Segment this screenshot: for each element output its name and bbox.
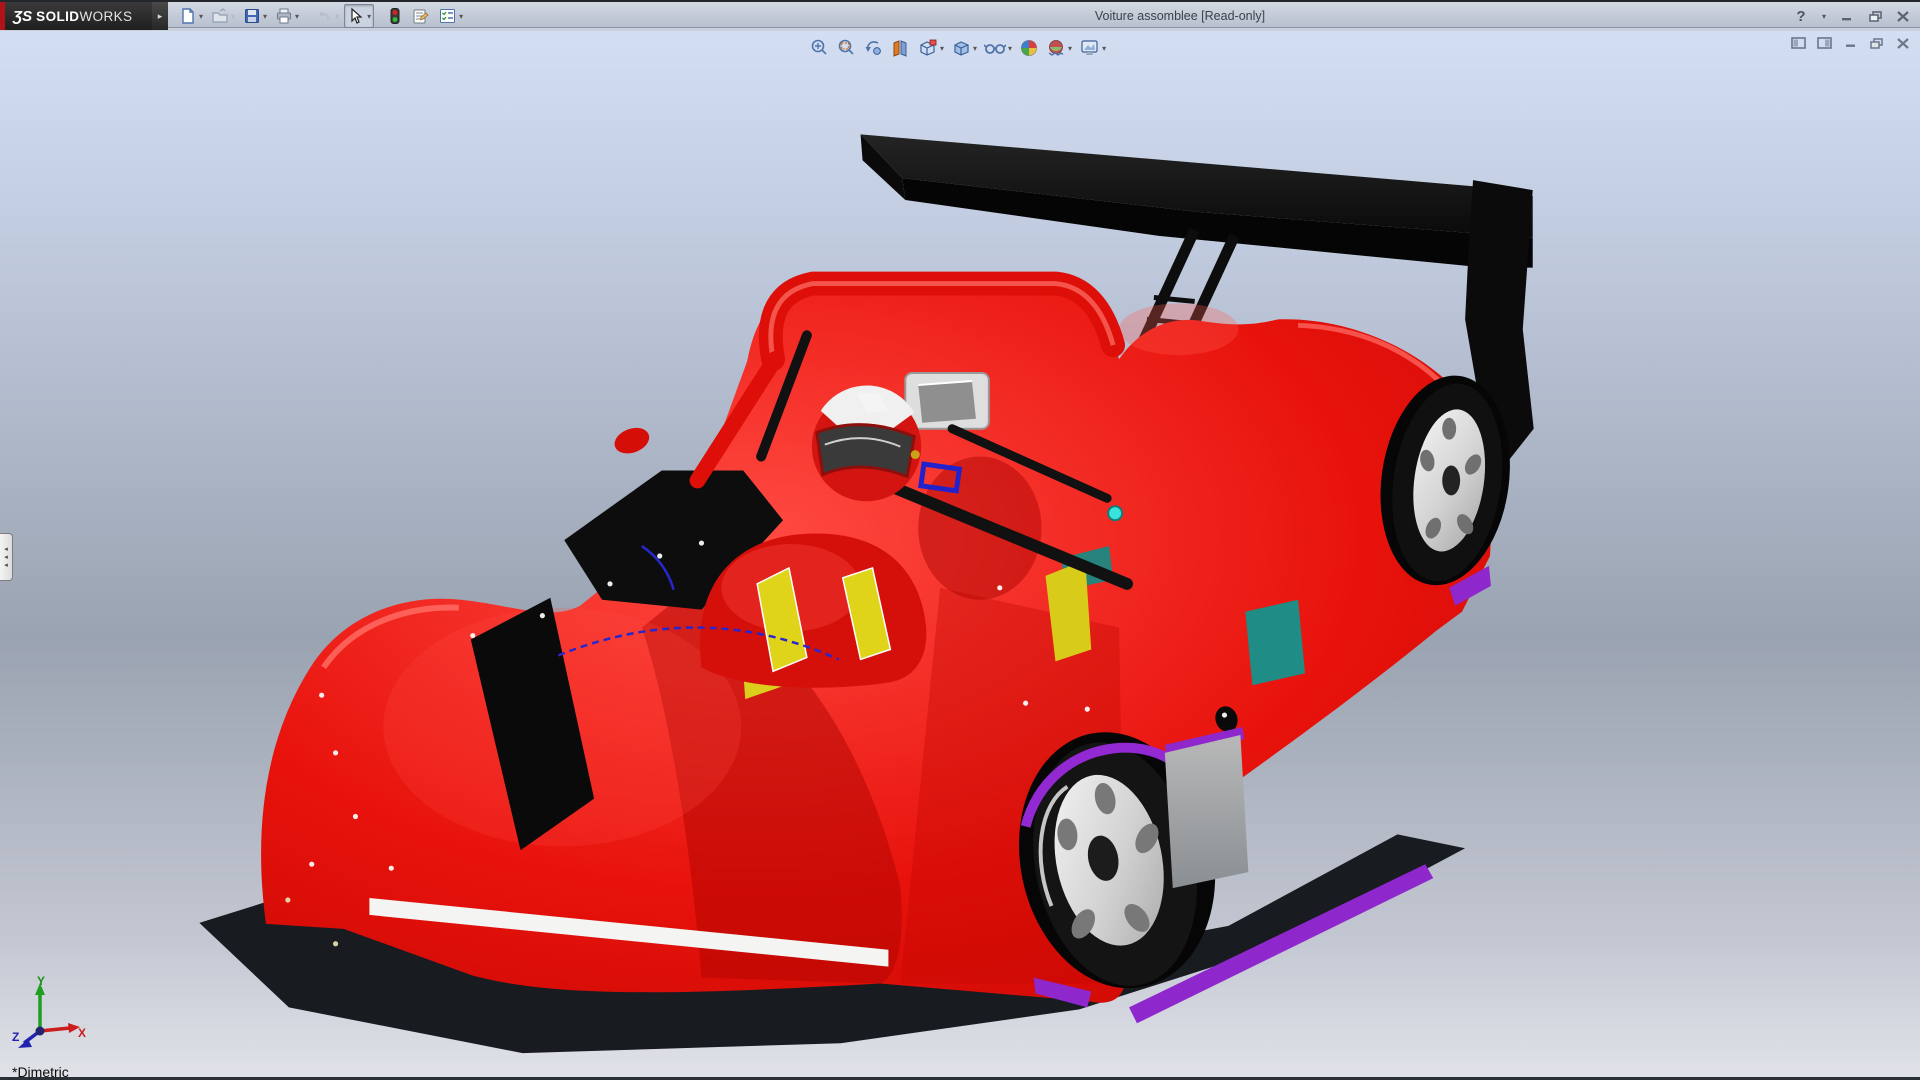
print-dropdown-arrow[interactable]: ▾ (295, 12, 299, 21)
hide-show-items-button[interactable]: ▾ (981, 36, 1015, 60)
pane-right-icon (1817, 37, 1832, 49)
window-title: Voiture assomblee [Read-only] (960, 2, 1400, 30)
zoom-to-area-icon (836, 38, 856, 58)
close-button[interactable] (1892, 6, 1914, 26)
document-window-controls (1789, 35, 1912, 51)
view-settings-dropdown[interactable]: ▾ (1102, 44, 1106, 53)
zoom-to-fit-button[interactable] (806, 36, 832, 60)
side-sill-panel (1165, 735, 1249, 888)
standard-toolbar: ▾ ▾ ▾ ▾ (176, 3, 466, 29)
close-icon (1897, 11, 1909, 22)
display-style-dropdown[interactable]: ▾ (973, 44, 977, 53)
save-icon (243, 7, 261, 25)
view-settings-icon (1079, 38, 1100, 58)
open-button[interactable]: ▾ (208, 4, 238, 28)
print-button[interactable]: ▾ (272, 4, 302, 28)
minimize-document-icon (1845, 38, 1857, 48)
view-orientation-button[interactable]: ▾ (914, 36, 947, 60)
view-orientation-icon (917, 38, 938, 58)
previous-view-icon (863, 38, 883, 58)
undo-button[interactable]: ▾ (312, 4, 342, 28)
zoom-to-fit-icon (809, 38, 829, 58)
restore-document-button[interactable] (1867, 35, 1886, 51)
file-properties-button[interactable] (408, 4, 433, 28)
restore-document-icon (1870, 38, 1883, 49)
file-properties-icon (411, 7, 430, 25)
collapse-arrow-icon: ◂ (4, 554, 8, 561)
pane-left-toggle-button[interactable] (1789, 35, 1808, 51)
apply-scene-button[interactable]: ▾ (1043, 36, 1075, 60)
window-controls: ? ▾ (1790, 2, 1914, 30)
minimize-button[interactable] (1836, 6, 1858, 26)
view-settings-button[interactable]: ▾ (1076, 36, 1109, 60)
collapse-arrow-icon: ◂ (4, 562, 8, 569)
close-document-button[interactable] (1893, 35, 1912, 51)
section-view-icon (890, 38, 910, 58)
view-orientation-label: *Dimetric (12, 1064, 69, 1077)
options-icon (438, 7, 457, 25)
undo-icon (315, 7, 333, 25)
minimize-document-button[interactable] (1841, 35, 1860, 51)
save-dropdown-arrow[interactable]: ▾ (263, 12, 267, 21)
undo-dropdown-arrow[interactable]: ▾ (335, 12, 339, 21)
apply-scene-icon (1046, 38, 1066, 58)
select-cursor-icon (347, 7, 365, 25)
pane-right-toggle-button[interactable] (1815, 35, 1834, 51)
logo-mark: ƷS (13, 8, 32, 25)
solidworks-window: ƷS SOLID WORKS ▸ ▾ ▾ (0, 0, 1920, 1080)
restore-button[interactable] (1864, 6, 1886, 26)
logo-text-light: WORKS (79, 9, 132, 24)
hide-show-dropdown[interactable]: ▾ (1008, 44, 1012, 53)
driver-helmet (812, 386, 921, 502)
hide-show-items-icon (984, 38, 1006, 58)
triad-x-label: X (78, 1026, 86, 1040)
pane-left-icon (1791, 37, 1806, 49)
select-button[interactable]: ▾ (344, 4, 374, 28)
display-style-button[interactable]: ▾ (948, 36, 980, 60)
triad-z-label: Z (12, 1030, 19, 1044)
save-button[interactable]: ▾ (240, 4, 270, 28)
zoom-to-area-button[interactable] (833, 36, 859, 60)
select-dropdown-arrow[interactable]: ▾ (367, 12, 371, 21)
new-document-button[interactable]: ▾ (176, 4, 206, 28)
menu-expand-arrow[interactable]: ▸ (152, 2, 168, 30)
graphics-viewport[interactable]: ▾ ▾ ▾ (0, 31, 1920, 1077)
new-dropdown-arrow[interactable]: ▾ (199, 12, 203, 21)
feature-tree-collapsed-tab[interactable]: ◂ ◂ ◂ (0, 533, 13, 581)
view-orientation-dropdown[interactable]: ▾ (940, 44, 944, 53)
help-dropdown-arrow[interactable]: ▾ (1818, 6, 1830, 26)
restore-icon (1869, 11, 1882, 22)
print-icon (275, 7, 293, 25)
teal-panel (1245, 600, 1305, 686)
previous-view-button[interactable] (860, 36, 886, 60)
cyan-fitting (1108, 506, 1122, 520)
open-icon (211, 7, 229, 25)
apply-scene-dropdown[interactable]: ▾ (1068, 44, 1072, 53)
titlebar: ƷS SOLID WORKS ▸ ▾ ▾ (0, 0, 1920, 28)
rear-view-mirror (905, 373, 989, 429)
rebuild-button[interactable] (384, 4, 406, 28)
section-view-button[interactable] (887, 36, 913, 60)
close-document-icon (1897, 38, 1909, 49)
minimize-icon (1841, 11, 1853, 21)
options-dropdown-arrow[interactable]: ▾ (459, 12, 463, 21)
model-canvas[interactable] (0, 31, 1920, 1077)
new-document-icon (179, 7, 197, 25)
logo-text-bold: SOLID (36, 9, 79, 24)
options-button[interactable]: ▾ (435, 4, 466, 28)
open-dropdown-arrow[interactable]: ▾ (231, 12, 235, 21)
solidworks-logo: ƷS SOLID WORKS (0, 2, 152, 30)
triad-y-label: Y (37, 975, 45, 988)
reference-triad: Y X Z (10, 975, 88, 1051)
edit-appearance-button[interactable] (1016, 36, 1042, 60)
edit-appearance-icon (1019, 38, 1039, 58)
rebuild-traffic-light-icon (387, 7, 403, 25)
headsup-view-toolbar: ▾ ▾ ▾ (806, 35, 1109, 61)
collapse-arrow-icon: ◂ (4, 546, 8, 553)
help-button[interactable]: ? (1790, 6, 1812, 26)
display-style-icon (951, 38, 971, 58)
